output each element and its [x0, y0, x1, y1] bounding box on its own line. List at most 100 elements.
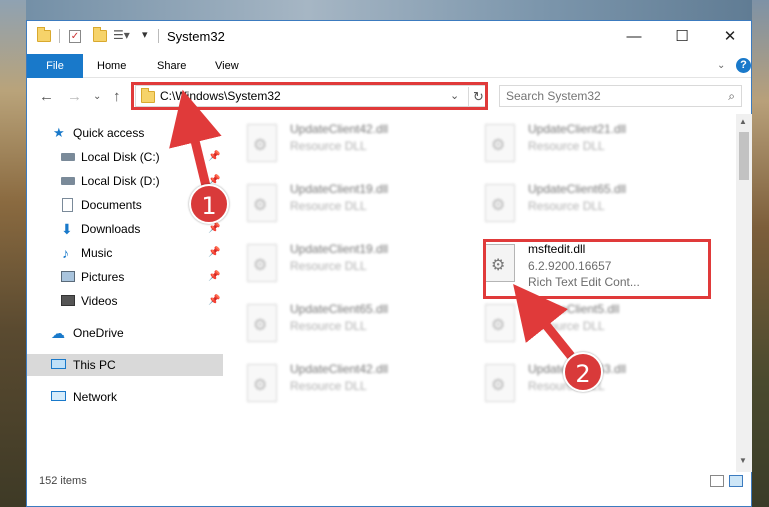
dll-file-icon: [485, 364, 515, 402]
drive-icon: [61, 177, 75, 185]
details-view-icon[interactable]: [710, 475, 724, 487]
sidebar-item-quick-access[interactable]: ★ Quick access: [27, 122, 223, 144]
address-bar-highlight: [131, 82, 488, 110]
scroll-up-icon[interactable]: ▲: [739, 117, 747, 126]
sidebar-item-label: This PC: [73, 358, 116, 372]
sidebar-item-label: Music: [81, 246, 113, 260]
pin-icon[interactable]: 📌: [208, 146, 220, 168]
desktop-background-right: [752, 0, 769, 507]
computer-icon: [51, 359, 66, 369]
dll-file-icon: [485, 184, 515, 222]
new-folder-icon[interactable]: [93, 27, 107, 42]
sidebar-item-local-disk-c[interactable]: Local Disk (C:) 📌: [27, 146, 223, 168]
search-icon[interactable]: ⌕: [728, 89, 735, 104]
file-type: Resource DLL: [290, 259, 367, 273]
sidebar-item-label: OneDrive: [73, 326, 124, 340]
dll-file-icon: [247, 364, 277, 402]
sidebar-item-label: Network: [73, 390, 118, 404]
network-icon: [51, 391, 66, 401]
divider: [59, 29, 60, 43]
sidebar-item-label: Local Disk (D:): [81, 174, 160, 188]
sidebar-item-downloads[interactable]: ⬇ Downloads 📌: [27, 218, 223, 240]
forward-arrow-icon[interactable]: →: [67, 88, 82, 105]
file-name: UpdateClient19.dll: [290, 242, 389, 256]
sidebar-item-pictures[interactable]: Pictures 📌: [27, 266, 223, 288]
scroll-down-icon[interactable]: ▼: [739, 456, 747, 465]
sidebar-item-label: Downloads: [81, 222, 141, 236]
window-title: System32: [167, 29, 225, 44]
folder-icon: [37, 27, 51, 42]
step-badge-2: 2: [563, 352, 603, 392]
list-item[interactable]: UpdateClient42.dll Resource DLL: [242, 118, 472, 170]
list-item[interactable]: UpdateClient21.dll Resource DLL: [480, 118, 710, 170]
file-type: Resource DLL: [290, 199, 367, 213]
tiles-view-icon[interactable]: [729, 475, 743, 487]
dll-file-icon: [247, 124, 277, 162]
help-icon[interactable]: ?: [736, 58, 751, 73]
file-name: UpdateClient42.dll: [290, 122, 389, 136]
vertical-scrollbar[interactable]: ▲ ▼: [736, 114, 752, 472]
drive-icon: [61, 153, 75, 161]
sidebar-item-videos[interactable]: Videos 📌: [27, 290, 223, 312]
search-input[interactable]: [506, 88, 706, 104]
status-bar: 152 items: [27, 472, 751, 506]
expand-ribbon-icon[interactable]: ⌄: [717, 60, 725, 71]
videos-icon: [61, 295, 75, 306]
list-item[interactable]: UpdateClient42.dll Resource DLL: [242, 358, 472, 410]
dll-file-icon: [247, 244, 277, 282]
file-highlight: [483, 239, 711, 299]
download-icon: ⬇: [61, 221, 73, 237]
dll-file-icon: [247, 304, 277, 342]
list-item[interactable]: UpdateClient19.dll Resource DLL: [242, 178, 472, 230]
tab-file[interactable]: File: [27, 54, 83, 78]
close-button[interactable]: ✕: [707, 21, 753, 52]
tab-view[interactable]: View: [215, 54, 239, 78]
customize-toolbar-icon[interactable]: ☰▾: [113, 28, 130, 42]
sidebar-item-this-pc[interactable]: This PC: [27, 354, 223, 376]
list-item[interactable]: UpdateClient5.dll Resource DLL: [480, 298, 710, 350]
star-icon: ★: [53, 125, 65, 140]
up-arrow-icon[interactable]: ↑: [113, 88, 121, 105]
file-name: UpdateClient21.dll: [528, 122, 627, 136]
documents-icon: [62, 198, 73, 212]
file-name: UpdateClient5.dll: [528, 302, 620, 316]
search-box[interactable]: ⌕: [499, 85, 742, 107]
chevron-down-icon[interactable]: ▾: [142, 28, 148, 41]
file-type: Resource DLL: [290, 379, 367, 393]
list-item[interactable]: UpdateClient65.dll Resource DLL: [480, 178, 710, 230]
maximize-button[interactable]: ☐: [659, 21, 705, 52]
file-name: UpdateClient65.dll: [290, 302, 389, 316]
scrollbar-thumb[interactable]: [739, 132, 749, 180]
file-type: Resource DLL: [290, 139, 367, 153]
file-name: UpdateClient19.dll: [290, 182, 389, 196]
sidebar-item-label: Pictures: [81, 270, 125, 284]
file-name: UpdateClient65.dll: [528, 182, 627, 196]
tab-share[interactable]: Share: [157, 54, 186, 78]
file-type: Resource DLL: [528, 139, 605, 153]
tab-home[interactable]: Home: [97, 54, 126, 78]
minimize-button[interactable]: —: [611, 21, 657, 52]
sidebar-item-label: Local Disk (C:): [81, 150, 160, 164]
pin-icon[interactable]: 📌: [208, 266, 220, 288]
sidebar-item-label: Quick access: [73, 126, 145, 140]
sidebar-item-onedrive[interactable]: ☁ OneDrive: [27, 322, 223, 344]
dll-file-icon: [485, 124, 515, 162]
pictures-icon: [61, 271, 75, 282]
sidebar-item-local-disk-d[interactable]: Local Disk (D:) 📌: [27, 170, 223, 192]
cloud-icon: ☁: [51, 325, 65, 341]
navigation-pane: ★ Quick access Local Disk (C:) 📌 Local D…: [27, 114, 223, 472]
properties-icon[interactable]: ✓: [69, 30, 81, 43]
list-item[interactable]: UpdateClient19.dll Resource DLL: [242, 238, 472, 290]
back-arrow-icon[interactable]: ←: [39, 88, 54, 105]
dll-file-icon: [485, 304, 515, 342]
list-item[interactable]: UpdateClient65.dll Resource DLL: [242, 298, 472, 350]
sidebar-item-network[interactable]: Network: [27, 386, 223, 408]
sidebar-item-music[interactable]: ♪ Music 📌: [27, 242, 223, 264]
file-name: UpdateClient42.dll: [290, 362, 389, 376]
pin-icon[interactable]: 📌: [208, 290, 220, 312]
recent-locations-icon[interactable]: ⌄: [93, 91, 101, 102]
pin-icon[interactable]: 📌: [208, 242, 220, 264]
desktop-background: [0, 0, 769, 20]
music-icon: ♪: [62, 245, 69, 261]
desktop-background-left: [0, 0, 26, 507]
